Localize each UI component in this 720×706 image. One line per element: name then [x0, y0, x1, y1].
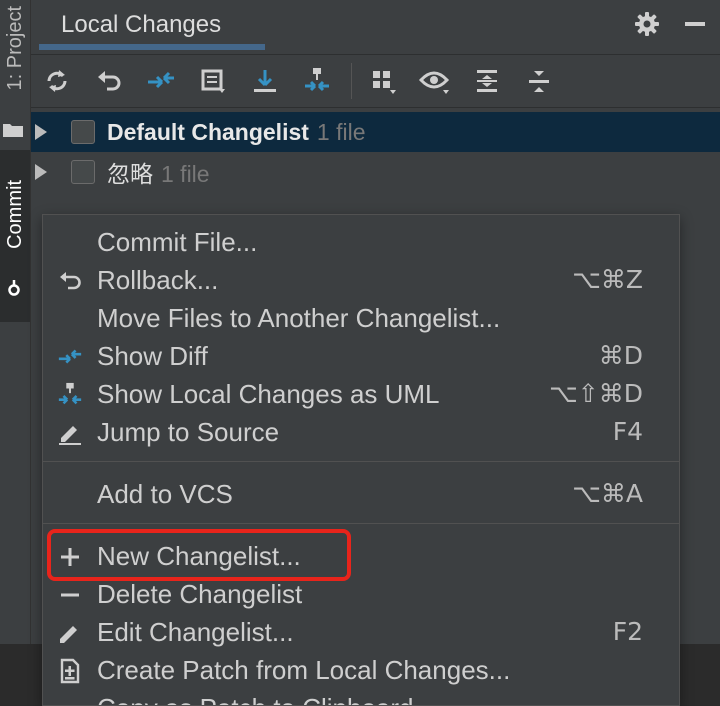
commit-message-icon[interactable]	[197, 65, 229, 97]
menu-item-create-patch[interactable]: Create Patch from Local Changes...	[43, 651, 679, 689]
patch-icon	[57, 658, 83, 684]
tab-underline	[39, 44, 265, 50]
menu-item-shortcut: F2	[612, 617, 643, 646]
gear-icon[interactable]	[633, 10, 661, 38]
minus-icon	[57, 582, 83, 608]
menu-item-jump-to-source[interactable]: Jump to Source F4	[43, 413, 679, 451]
menu-item-shortcut: F4	[612, 417, 643, 446]
toolbar-separator	[351, 63, 352, 99]
expand-arrow-icon[interactable]	[35, 124, 47, 140]
diff-icon[interactable]	[145, 65, 177, 97]
changelist-checkbox[interactable]	[71, 120, 95, 144]
changelist-checkbox[interactable]	[71, 160, 95, 184]
folder-icon	[3, 124, 23, 137]
expand-arrow-icon[interactable]	[35, 164, 47, 180]
menu-item-add-to-vcs[interactable]: Add to VCS ⌥⌘A	[43, 475, 679, 513]
changes-toolbar	[31, 54, 720, 108]
changelist-name: Default Changelist 1 file	[107, 118, 366, 145]
menu-item-label: Rollback...	[97, 265, 219, 295]
menu-item-show-diff[interactable]: Show Diff ⌘D	[43, 337, 679, 375]
menu-item-rollback[interactable]: Rollback... ⌥⌘Z	[43, 261, 679, 299]
refresh-icon[interactable]	[41, 65, 73, 97]
menu-item-label: Edit Changelist...	[97, 617, 294, 647]
changelist-count: 1 file	[316, 118, 366, 145]
menu-item-shortcut: ⌥⌘A	[572, 479, 643, 508]
menu-item-shortcut: ⌥⌘Z	[572, 265, 643, 294]
tab-local-changes[interactable]: Local Changes	[61, 0, 221, 48]
menu-item-copy-as-patch[interactable]: Copy as Patch to Clipboard	[43, 689, 679, 705]
menu-item-label: Commit File...	[97, 227, 258, 257]
rollback-icon[interactable]	[93, 65, 125, 97]
menu-item-label: Jump to Source	[97, 417, 280, 447]
menu-item-label: Add to VCS	[97, 479, 233, 509]
menu-item-label: Create Patch from Local Changes...	[97, 655, 511, 685]
pencil-icon	[57, 420, 83, 446]
menu-item-move-files[interactable]: Move Files to Another Changelist...	[43, 299, 679, 337]
tree-row-ignored[interactable]: 忽略 1 file	[31, 152, 720, 192]
menu-item-label: Delete Changelist	[97, 579, 303, 609]
menu-item-commit-file[interactable]: Commit File...	[43, 223, 679, 261]
project-tool-label: 1: Project	[3, 6, 26, 91]
uml-icon[interactable]	[301, 65, 333, 97]
diff-icon	[57, 344, 83, 370]
context-menu: Commit File... Rollback... ⌥⌘Z Move File…	[42, 214, 680, 706]
collapse-all-icon[interactable]	[523, 65, 555, 97]
tool-window-stripe: 1: Project Commit	[0, 0, 31, 706]
menu-item-label: Copy as Patch to Clipboard	[97, 692, 414, 705]
minimize-icon[interactable]	[681, 10, 709, 38]
menu-item-label: Move Files to Another Changelist...	[97, 303, 501, 333]
group-by-icon[interactable]	[367, 65, 399, 97]
pencil-icon	[57, 620, 83, 646]
commit-tool-label: Commit	[3, 180, 26, 249]
menu-separator	[43, 461, 679, 462]
tool-window-header: Local Changes	[31, 0, 720, 52]
highlight-annotation	[47, 529, 351, 581]
commit-icon	[8, 280, 20, 296]
changelist-name: 忽略 1 file	[107, 161, 210, 187]
menu-item-show-uml[interactable]: Show Local Changes as UML ⌥⇧⌘D	[43, 375, 679, 413]
menu-item-label: Show Diff	[97, 341, 208, 371]
show-icon[interactable]	[419, 65, 451, 97]
tree-row-default-changelist[interactable]: Default Changelist 1 file	[31, 112, 720, 152]
update-icon[interactable]	[249, 65, 281, 97]
menu-separator	[43, 523, 679, 524]
expand-all-icon[interactable]	[471, 65, 503, 97]
rollback-icon	[57, 268, 83, 294]
changelist-count: 1 file	[161, 161, 210, 187]
menu-item-edit-changelist[interactable]: Edit Changelist... F2	[43, 613, 679, 651]
menu-item-shortcut: ⌘D	[598, 341, 643, 370]
menu-item-label: Show Local Changes as UML	[97, 379, 440, 409]
uml-icon	[57, 382, 83, 408]
menu-item-shortcut: ⌥⇧⌘D	[548, 379, 643, 408]
changes-tree: Default Changelist 1 file 忽略 1 file	[31, 112, 720, 212]
